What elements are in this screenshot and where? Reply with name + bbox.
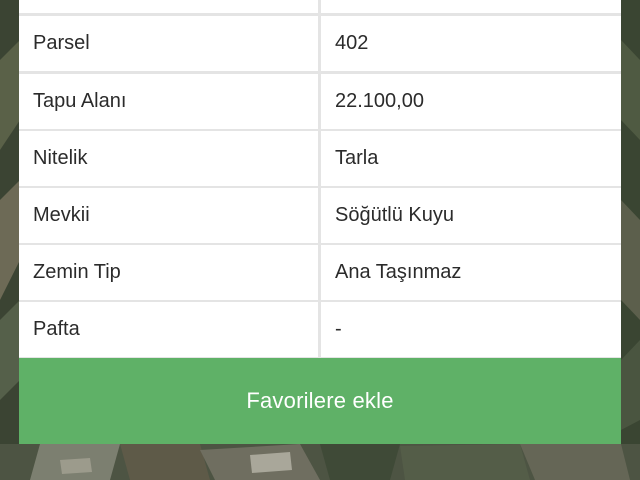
table-row: Pafta - <box>19 302 621 357</box>
row-key: Tapu Alanı <box>19 74 318 129</box>
row-key: Pafta <box>19 302 318 357</box>
table-row <box>19 0 621 13</box>
add-to-favorites-button[interactable]: Favorilere ekle <box>19 358 621 444</box>
row-key <box>19 0 318 13</box>
row-value: Ana Taşınmaz <box>321 245 621 300</box>
row-value: 402 <box>321 16 621 71</box>
parcel-info-table: Parsel 402 Tapu Alanı 22.100,00 Nitelik … <box>19 0 621 358</box>
table-row: Tapu Alanı 22.100,00 <box>19 74 621 129</box>
add-to-favorites-label: Favorilere ekle <box>246 388 394 413</box>
parcel-details-card: Parsel 402 Tapu Alanı 22.100,00 Nitelik … <box>19 0 621 444</box>
row-key: Mevkii <box>19 188 318 243</box>
row-value: Söğütlü Kuyu <box>321 188 621 243</box>
row-key: Nitelik <box>19 131 318 186</box>
row-value: - <box>321 302 621 357</box>
table-row: Mevkii Söğütlü Kuyu <box>19 188 621 243</box>
row-value: Tarla <box>321 131 621 186</box>
table-row: Parsel 402 <box>19 16 621 71</box>
row-value: 22.100,00 <box>321 74 621 129</box>
table-row: Zemin Tip Ana Taşınmaz <box>19 245 621 300</box>
row-key: Parsel <box>19 16 318 71</box>
row-key: Zemin Tip <box>19 245 318 300</box>
row-value <box>321 0 621 13</box>
table-row: Nitelik Tarla <box>19 131 621 186</box>
